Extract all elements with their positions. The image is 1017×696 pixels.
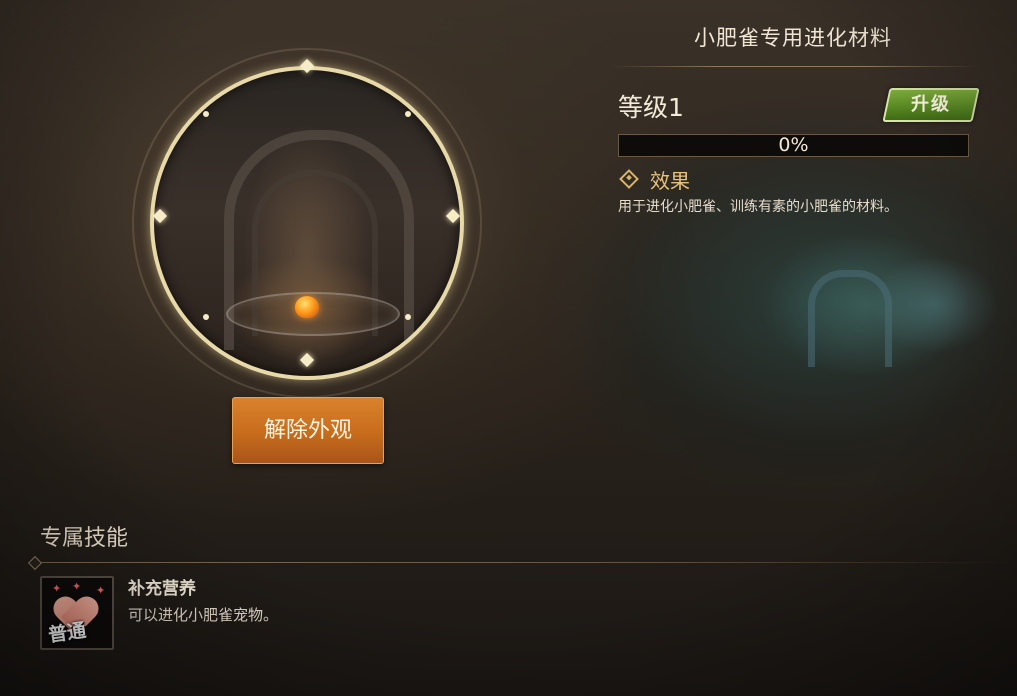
skill-grade-badge: 普通 xyxy=(46,619,88,647)
effect-description: 用于进化小肥雀、训练有素的小肥雀的材料。 xyxy=(618,199,898,215)
title-divider xyxy=(610,66,980,67)
sparkle-icon: ✦ xyxy=(96,584,106,597)
ring-dot xyxy=(203,314,209,320)
forest-arch-artwork xyxy=(808,270,892,367)
ring-dot xyxy=(203,111,209,117)
portrait-frame xyxy=(150,66,464,380)
sparkle-icon: ✦ xyxy=(72,580,82,593)
skill-name: 补充营养 xyxy=(128,579,196,599)
pet-model[interactable] xyxy=(295,296,319,318)
ring-dot xyxy=(405,111,411,117)
level-label: 等级1 xyxy=(618,93,684,122)
pet-portrait xyxy=(132,48,482,398)
remove-appearance-button[interactable]: 解除外观 xyxy=(232,397,384,464)
level-progress-bar: 0% xyxy=(618,134,969,157)
progress-text: 0% xyxy=(778,134,809,156)
skill-description: 可以进化小肥雀宠物。 xyxy=(128,606,279,624)
item-title: 小肥雀专用进化材料 xyxy=(694,26,892,50)
sparkle-icon: ✦ xyxy=(52,582,62,595)
upgrade-button-label: 升级 xyxy=(911,94,951,115)
effect-label: 效果 xyxy=(650,169,690,193)
ring-dot xyxy=(405,314,411,320)
upgrade-button[interactable]: 升级 xyxy=(882,88,980,122)
skill-divider xyxy=(34,562,1017,563)
skill-icon[interactable]: ✦ ✦ ✦ 普通 xyxy=(40,576,114,650)
exclusive-skill-title: 专属技能 xyxy=(40,526,129,551)
